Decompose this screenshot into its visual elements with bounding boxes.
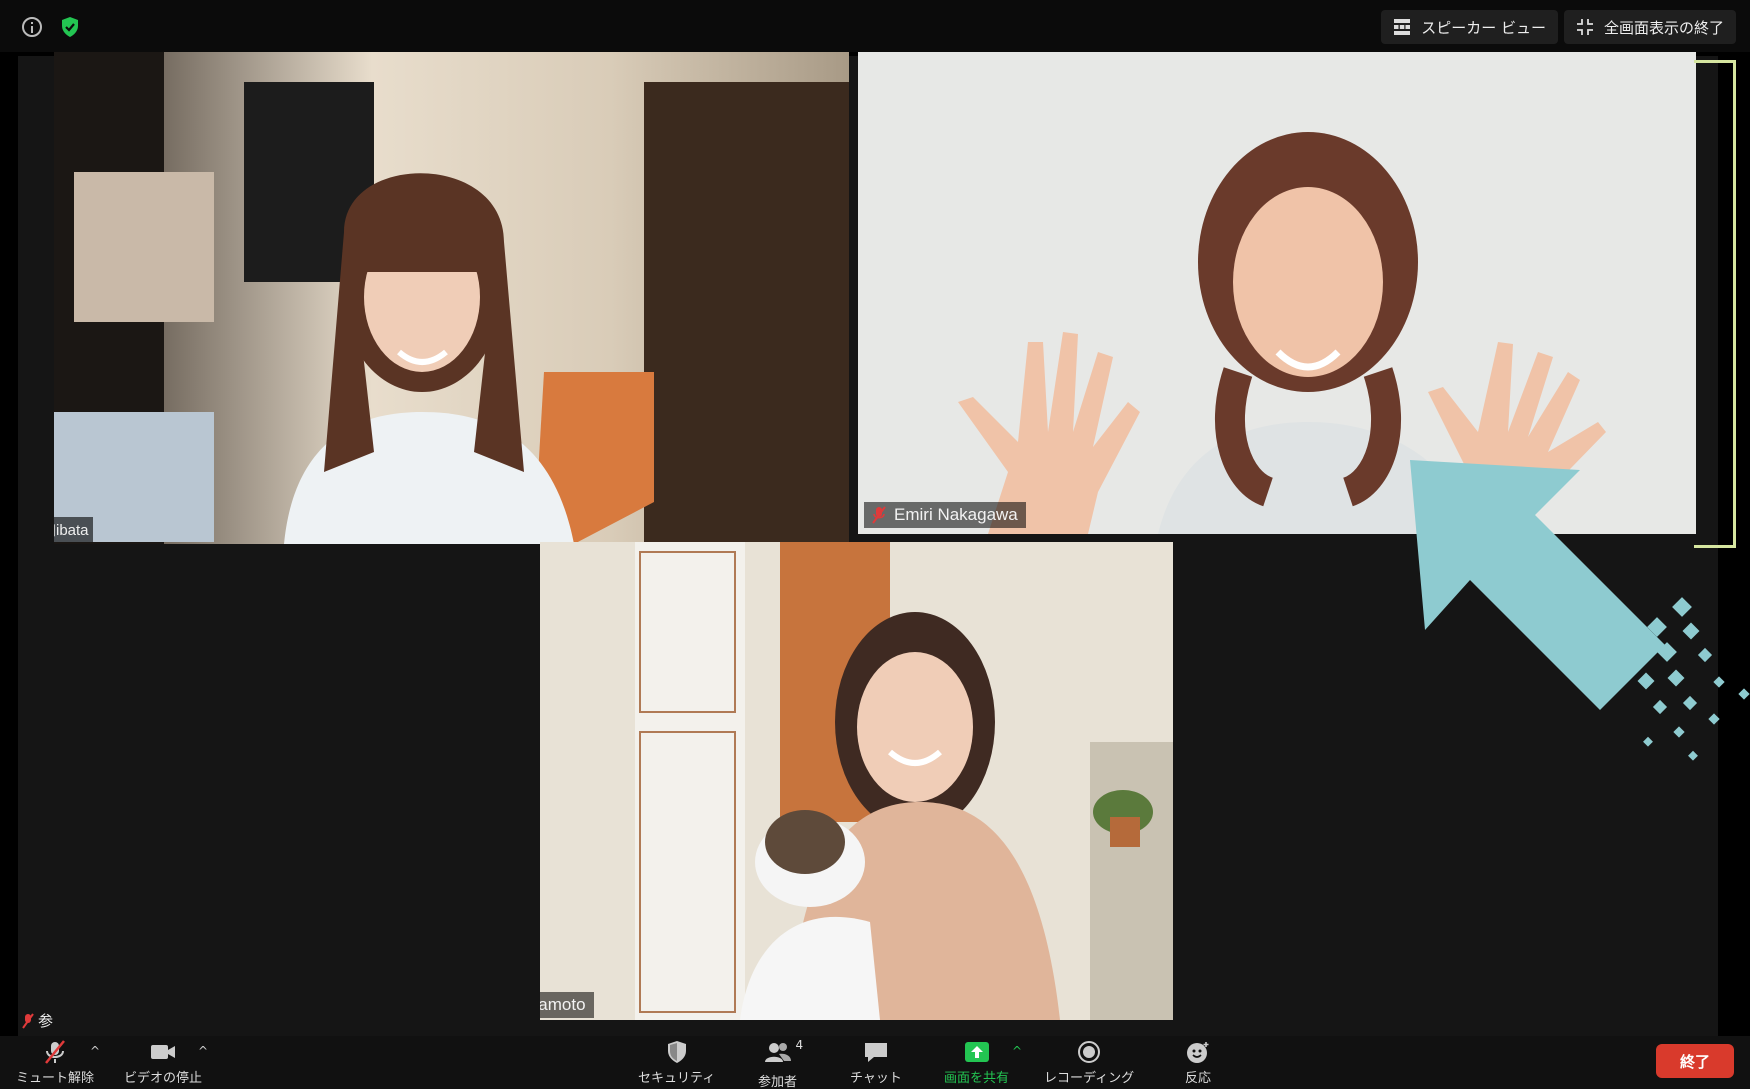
chat-label: チャット — [850, 1071, 902, 1086]
participant-video-1 — [54, 52, 849, 544]
bottom-left-partial-label: 参 — [18, 1008, 57, 1033]
share-screen-button[interactable]: 画面を共有 — [944, 1040, 1009, 1086]
share-screen-label: 画面を共有 — [944, 1071, 1010, 1086]
end-label: 終了 — [1679, 1052, 1710, 1071]
participant-name-shuko: Shuko Yamamoto — [540, 995, 586, 1014]
exit-fullscreen-icon — [1576, 19, 1593, 35]
info-icon[interactable] — [22, 17, 42, 37]
recording-button[interactable]: レコーディング — [1044, 1040, 1134, 1086]
video-tile-shuko-yamamoto[interactable]: Shuko Yamamoto — [540, 542, 1173, 1020]
participants-icon — [764, 1043, 791, 1062]
video-camera-icon — [151, 1045, 175, 1059]
participant-1-partial-label: 参加ibata — [54, 517, 93, 542]
bottom-left-label-text: 参 — [38, 1013, 54, 1030]
reactions-label: 反応 — [1184, 1071, 1211, 1086]
muted-microphone-icon — [45, 1040, 65, 1064]
end-meeting-button[interactable]: 終了 — [1656, 1044, 1734, 1078]
muted-mic-icon — [872, 506, 886, 524]
unmute-label: ミュート解除 — [16, 1071, 95, 1086]
participants-button[interactable]: 4 参加者 — [758, 1038, 803, 1089]
arrow-decoration — [1410, 460, 1750, 761]
participants-count: 4 — [795, 1038, 804, 1052]
muted-mic-icon-small — [22, 1012, 34, 1029]
security-label: セキュリティ — [638, 1071, 716, 1086]
stop-video-button[interactable]: ビデオの停止 — [124, 1040, 202, 1086]
name-tag-emiri: Emiri Nakagawa — [864, 502, 1026, 528]
meeting-toolbar: ミュート解除 ^ ビデオの停止 ^ セキュリティ 4 参加者 チャット 画面を共… — [0, 1036, 1750, 1089]
video-tile-participant-1[interactable]: 参加ibata — [54, 52, 849, 544]
share-screen-icon — [964, 1042, 989, 1062]
stop-video-label: ビデオの停止 — [124, 1071, 203, 1086]
exit-fullscreen-button[interactable]: 全画面表示の終了 — [1563, 10, 1736, 44]
encryption-shield-icon[interactable] — [60, 16, 80, 38]
reactions-button[interactable]: 反応 — [1184, 1040, 1212, 1086]
top-bar: スピーカー ビュー 全画面表示の終了 — [0, 0, 1750, 52]
speaker-view-button[interactable]: スピーカー ビュー — [1381, 10, 1558, 44]
share-options-caret[interactable]: ^ — [1012, 1044, 1022, 1058]
security-shield-icon — [667, 1041, 686, 1063]
security-button[interactable]: セキュリティ — [638, 1040, 715, 1086]
audio-options-caret[interactable]: ^ — [90, 1044, 100, 1058]
participants-label: 参加者 — [758, 1075, 798, 1089]
exit-fullscreen-label: 全画面表示の終了 — [1603, 18, 1724, 37]
name-tag-shuko: Shuko Yamamoto — [540, 992, 594, 1018]
video-options-caret[interactable]: ^ — [198, 1044, 208, 1058]
speaker-view-label: スピーカー ビュー — [1421, 18, 1546, 37]
participant-name-emiri: Emiri Nakagawa — [894, 505, 1018, 524]
chat-button[interactable]: チャット — [850, 1040, 902, 1086]
emoji-reaction-icon — [1187, 1042, 1209, 1063]
chat-bubble-icon — [864, 1043, 887, 1062]
recording-label: レコーディング — [1044, 1071, 1135, 1086]
record-icon — [1078, 1041, 1101, 1063]
unmute-button[interactable]: ミュート解除 — [16, 1040, 94, 1086]
grid-view-icon — [1394, 19, 1411, 35]
participant-video-shuko — [540, 542, 1173, 1020]
